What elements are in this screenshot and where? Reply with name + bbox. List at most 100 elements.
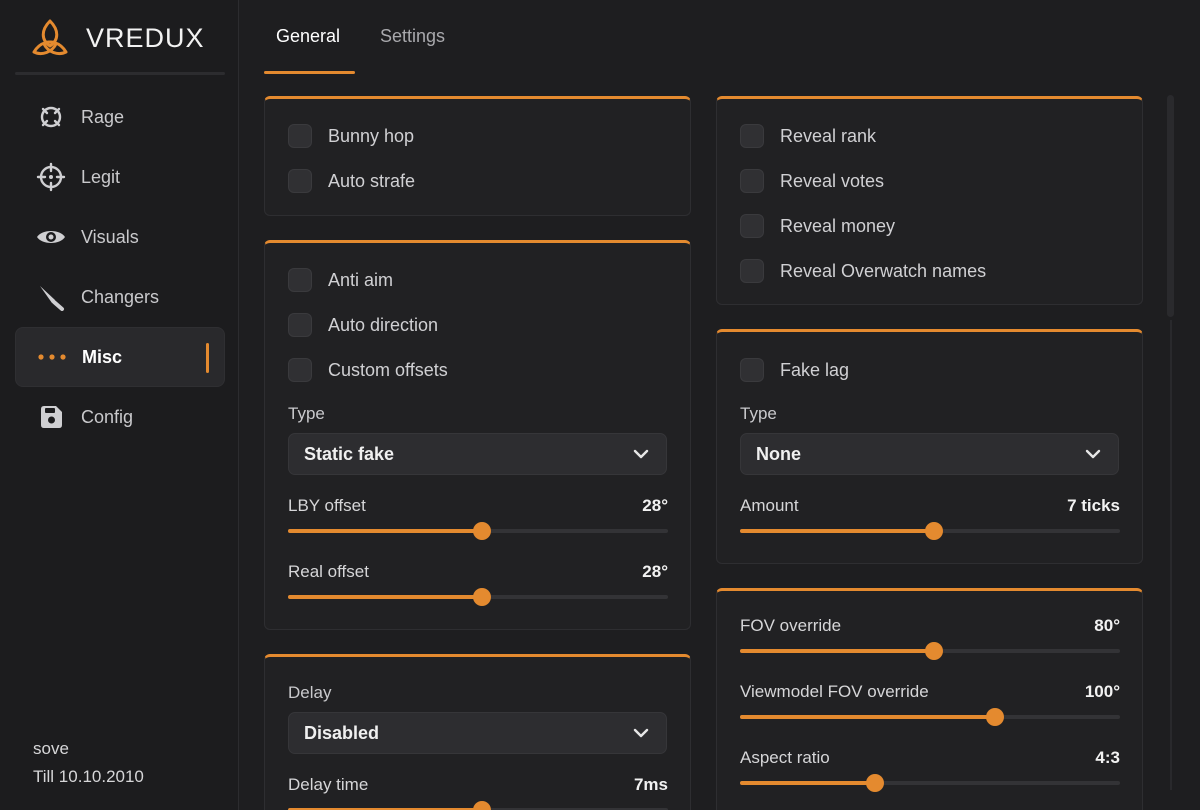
anti-aim-toggle[interactable]: Anti aim <box>288 267 393 293</box>
auto-strafe-label: Auto strafe <box>328 170 416 191</box>
select-value: Static fake <box>304 443 395 464</box>
type-label: Type <box>740 404 777 423</box>
anti-aim-panel: Anti aim Auto direction Custom offsets T… <box>264 240 691 630</box>
reveal-overwatch-checkbox[interactable] <box>740 259 764 283</box>
anti-aim-type-select[interactable]: Static fake <box>288 433 667 475</box>
reveal-panel: Reveal rank Reveal votes Reveal money Re… <box>716 96 1143 305</box>
slider-track[interactable] <box>740 522 1120 540</box>
tab-settings[interactable]: Settings <box>380 26 445 47</box>
username: sove <box>33 739 69 758</box>
reveal-rank-checkbox[interactable] <box>740 124 764 148</box>
dots-icon <box>37 342 67 372</box>
reveal-votes-checkbox[interactable] <box>740 169 764 193</box>
bunny-hop-toggle[interactable]: Bunny hop <box>288 123 414 149</box>
delay-select[interactable]: Disabled <box>288 712 667 754</box>
chevron-down-icon <box>1085 449 1101 459</box>
select-value: Disabled <box>304 722 380 743</box>
reveal-votes-label: Reveal votes <box>780 170 885 191</box>
slider-track[interactable] <box>740 774 1120 792</box>
sidebar-item-label: Misc <box>82 346 123 367</box>
slider-fill <box>740 781 876 785</box>
brand-divider <box>15 72 225 75</box>
slider-fill <box>740 715 995 719</box>
slider-value: 28° <box>642 562 668 581</box>
crosshair-icon <box>36 162 66 192</box>
sidebar-item-changers[interactable]: Changers <box>15 267 225 327</box>
slider-value: 7 ticks <box>1067 496 1120 515</box>
reveal-money-toggle[interactable]: Reveal money <box>740 213 895 239</box>
slider-knob[interactable] <box>985 708 1004 726</box>
fake-lag-type-select[interactable]: None <box>740 433 1119 475</box>
slider-label: LBY offset <box>288 496 366 515</box>
slider-fill <box>288 595 482 599</box>
eye-icon <box>36 222 66 252</box>
slider-track[interactable] <box>740 708 1120 726</box>
fake-lag-panel: Fake lag Type None Amount 7 ticks <box>716 329 1143 564</box>
sidebar: VREDUX Rage Legit Visuals Changers Misc <box>0 0 239 810</box>
slider-knob[interactable] <box>472 588 491 606</box>
view-panel: FOV override 80° Viewmodel FOV override … <box>716 588 1143 810</box>
auto-strafe-toggle[interactable]: Auto strafe <box>288 168 415 194</box>
sidebar-item-legit[interactable]: Legit <box>15 147 225 207</box>
custom-offsets-toggle[interactable]: Custom offsets <box>288 357 448 383</box>
sidebar-item-misc[interactable]: Misc <box>15 327 225 387</box>
subscription-expiry: Till 10.10.2010 <box>33 767 144 786</box>
fake-lag-checkbox[interactable] <box>740 358 764 382</box>
select-value: None <box>756 443 801 464</box>
brand: VREDUX <box>30 18 205 58</box>
custom-offsets-checkbox[interactable] <box>288 358 312 382</box>
sidebar-item-rage[interactable]: Rage <box>15 87 225 147</box>
sidebar-item-label: Visuals <box>81 226 139 247</box>
fake-lag-toggle[interactable]: Fake lag <box>740 357 849 383</box>
reveal-overwatch-toggle[interactable]: Reveal Overwatch names <box>740 258 986 284</box>
reveal-money-label: Reveal money <box>780 215 896 236</box>
active-marker <box>206 343 209 373</box>
sidebar-item-label: Config <box>81 406 134 427</box>
slider-knob[interactable] <box>924 522 943 540</box>
slider-fill <box>740 529 934 533</box>
auto-strafe-checkbox[interactable] <box>288 169 312 193</box>
slider-fill <box>740 649 934 653</box>
chevron-down-icon <box>633 449 649 459</box>
sidebar-item-visuals[interactable]: Visuals <box>15 207 225 267</box>
knife-icon <box>36 282 66 312</box>
bunny-hop-checkbox[interactable] <box>288 124 312 148</box>
slider-label: Delay time <box>288 775 369 794</box>
chevron-down-icon <box>633 728 649 738</box>
slider-knob[interactable] <box>924 642 943 660</box>
reveal-money-checkbox[interactable] <box>740 214 764 238</box>
slider-label: Viewmodel FOV override <box>740 682 929 701</box>
reveal-rank-toggle[interactable]: Reveal rank <box>740 123 876 149</box>
slider-label: Amount <box>740 496 799 515</box>
delay-label: Delay <box>288 683 332 702</box>
slider-label: FOV override <box>740 616 842 635</box>
slider-knob[interactable] <box>866 774 885 792</box>
slider-value: 28° <box>642 496 668 515</box>
tab-general[interactable]: General <box>276 26 340 47</box>
sidebar-item-config[interactable]: Config <box>15 387 225 447</box>
triquetra-logo-icon <box>32 19 68 56</box>
scrollbar-track[interactable] <box>1170 320 1172 790</box>
auto-direction-toggle[interactable]: Auto direction <box>288 312 438 338</box>
rage-icon <box>36 102 66 132</box>
type-label: Type <box>288 404 325 423</box>
anti-aim-checkbox[interactable] <box>288 268 312 292</box>
brand-name: VREDUX <box>86 22 205 53</box>
slider-knob[interactable] <box>472 522 491 540</box>
auto-direction-label: Auto direction <box>328 314 439 335</box>
sidebar-item-label: Changers <box>81 286 160 307</box>
slider-track[interactable] <box>288 522 668 540</box>
anti-aim-label: Anti aim <box>328 269 394 290</box>
active-tab-indicator <box>264 71 355 74</box>
auto-direction-checkbox[interactable] <box>288 313 312 337</box>
reveal-rank-label: Reveal rank <box>780 125 877 146</box>
reveal-votes-toggle[interactable]: Reveal votes <box>740 168 884 194</box>
slider-label: Aspect ratio <box>740 748 830 767</box>
scrollbar-thumb[interactable] <box>1167 95 1174 317</box>
slider-track[interactable] <box>288 588 668 606</box>
slider-track[interactable] <box>740 642 1120 660</box>
slider-value: 7ms <box>633 775 668 794</box>
slider-value: 100° <box>1084 682 1120 701</box>
slider-knob[interactable] <box>472 801 491 810</box>
movement-panel: Bunny hop Auto strafe <box>264 96 691 216</box>
